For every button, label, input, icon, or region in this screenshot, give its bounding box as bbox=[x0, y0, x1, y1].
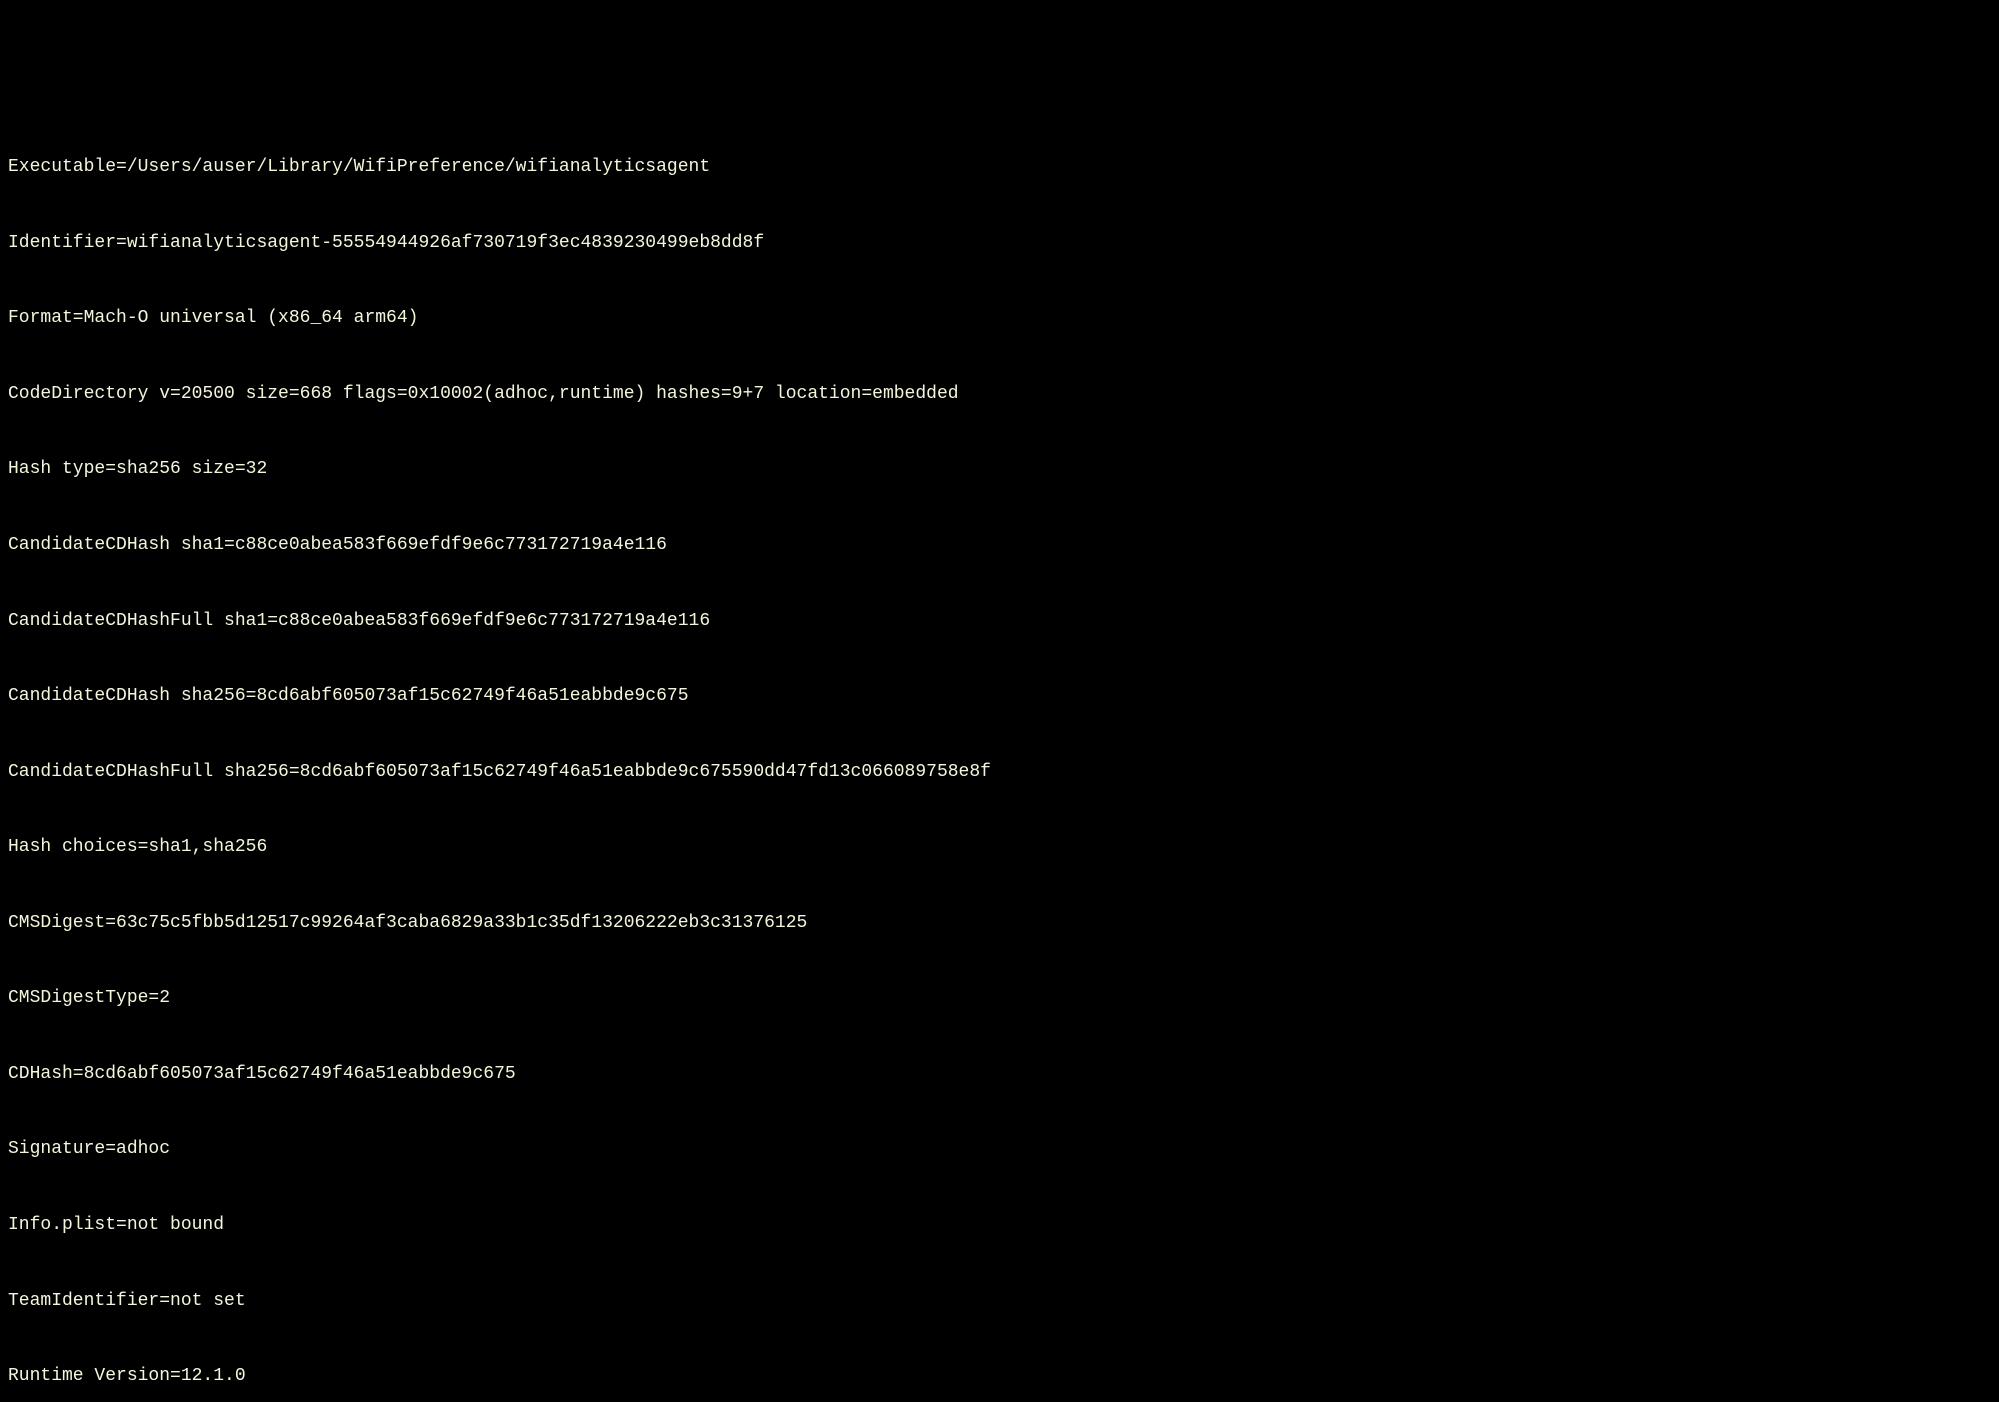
output-line: TeamIdentifier=not set bbox=[8, 1289, 1991, 1314]
terminal-output: Executable=/Users/auser/Library/WifiPref… bbox=[8, 105, 1991, 1402]
output-line: Format=Mach-O universal (x86_64 arm64) bbox=[8, 306, 1991, 331]
output-line: CandidateCDHashFull sha1=c88ce0abea583f6… bbox=[8, 609, 1991, 634]
output-line: Hash choices=sha1,sha256 bbox=[8, 835, 1991, 860]
output-line: CodeDirectory v=20500 size=668 flags=0x1… bbox=[8, 382, 1991, 407]
output-line: Executable=/Users/auser/Library/WifiPref… bbox=[8, 155, 1991, 180]
output-line: Signature=adhoc bbox=[8, 1137, 1991, 1162]
output-line: Hash type=sha256 size=32 bbox=[8, 457, 1991, 482]
output-line: CMSDigestType=2 bbox=[8, 986, 1991, 1011]
output-line: CandidateCDHashFull sha256=8cd6abf605073… bbox=[8, 760, 1991, 785]
output-line: CandidateCDHash sha1=c88ce0abea583f669ef… bbox=[8, 533, 1991, 558]
output-line: Identifier=wifianalyticsagent-5555494492… bbox=[8, 231, 1991, 256]
output-line: CMSDigest=63c75c5fbb5d12517c99264af3caba… bbox=[8, 911, 1991, 936]
output-line: CDHash=8cd6abf605073af15c62749f46a51eabb… bbox=[8, 1062, 1991, 1087]
output-line: CandidateCDHash sha256=8cd6abf605073af15… bbox=[8, 684, 1991, 709]
output-line: Info.plist=not bound bbox=[8, 1213, 1991, 1238]
output-line: Runtime Version=12.1.0 bbox=[8, 1364, 1991, 1389]
